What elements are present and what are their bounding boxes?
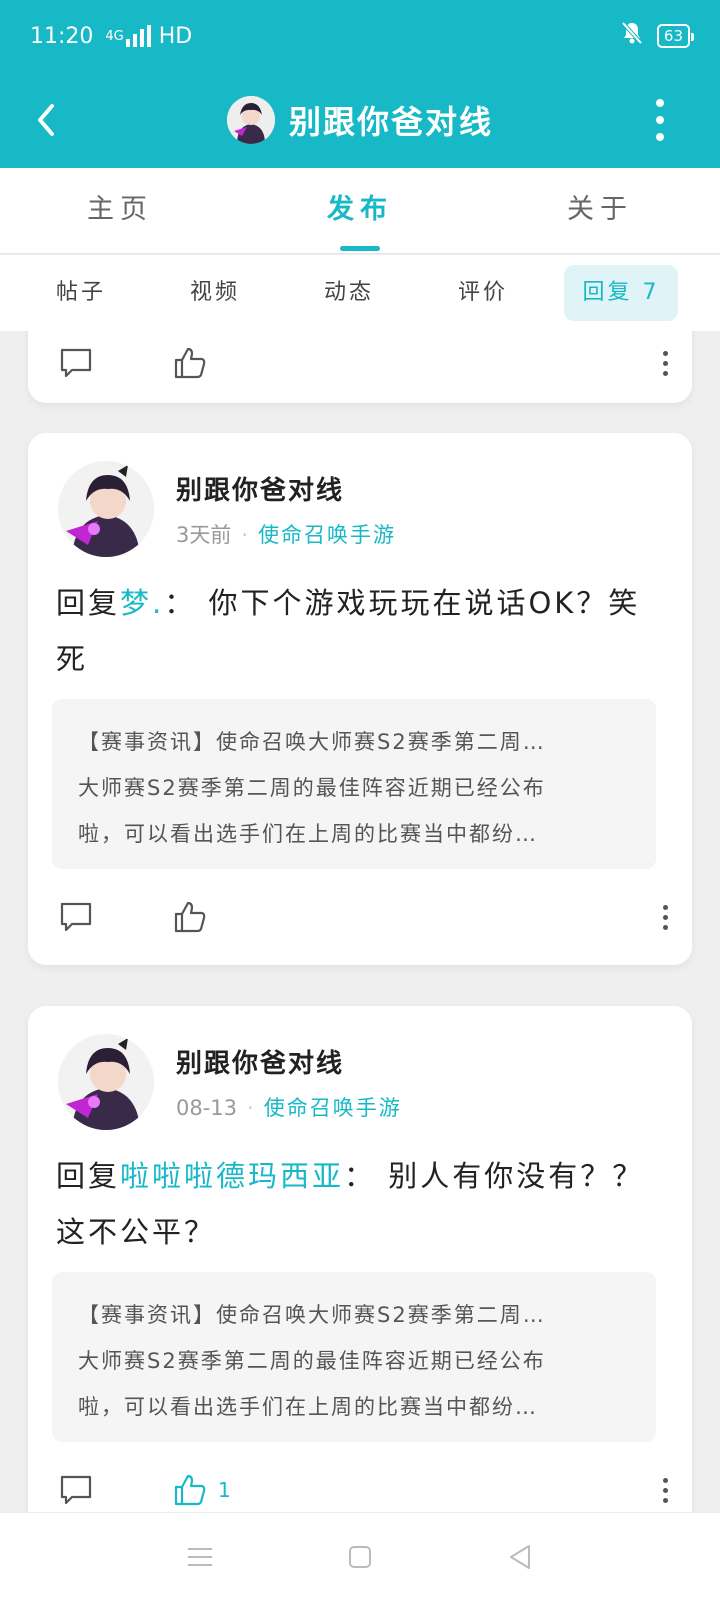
- reply-feed: 别跟你爸对线 3天前 · 使命召唤手游 回复梦.： 你下个游戏玩玩在说话OK？笑死 …: [0, 331, 720, 1512]
- like-icon: [172, 899, 208, 935]
- user-name[interactable]: 别跟你爸对线: [176, 470, 396, 507]
- card-actions: [58, 897, 670, 937]
- card-actions: [58, 343, 670, 383]
- main-tabs: 主页 发布 关于: [0, 168, 720, 254]
- tab-publish[interactable]: 发布: [240, 168, 480, 253]
- like-count: 1: [218, 1478, 231, 1502]
- kebab-icon[interactable]: [660, 1475, 670, 1505]
- system-nav-bar: [0, 1512, 720, 1600]
- like-button[interactable]: [172, 345, 208, 381]
- user-name[interactable]: 别跟你爸对线: [176, 1043, 402, 1080]
- status-bar: 11:20 4G HD 63: [0, 0, 720, 72]
- like-icon: [172, 1472, 208, 1508]
- mention-link[interactable]: 梦.: [120, 586, 164, 620]
- page-title: 别跟你爸对线: [288, 103, 493, 141]
- back-triangle-icon[interactable]: [500, 1537, 540, 1577]
- quote-line: 【赛事资讯】使命召唤大师赛S2赛季第二周…: [78, 1303, 546, 1327]
- comment-icon[interactable]: [58, 1472, 94, 1508]
- quote-line: 大师赛S2赛季第二周的最佳阵容近期已经公布: [78, 776, 546, 800]
- reply-prefix: 回复: [56, 1159, 121, 1193]
- signal-icon: [125, 25, 151, 47]
- comment-icon[interactable]: [58, 345, 94, 381]
- reply-card: 别跟你爸对线 08-13 · 使命召唤手游 回复啦啦啦德玛西亚： 别人有你没有？？这…: [28, 1006, 692, 1512]
- network-label: 4G: [105, 28, 124, 44]
- like-icon: [172, 345, 208, 381]
- hd-label: HD: [158, 23, 193, 49]
- app-header: 11:20 4G HD 63 别跟你爸对线: [0, 0, 720, 168]
- mute-icon: [621, 21, 643, 51]
- comment-icon[interactable]: [58, 899, 94, 935]
- like-button[interactable]: 1: [172, 1472, 231, 1508]
- quoted-post[interactable]: 【赛事资讯】使命召唤大师赛S2赛季第二周… 大师赛S2赛季第二周的最佳阵容近期已…: [52, 699, 656, 869]
- battery-icon: 63: [656, 24, 695, 48]
- reply-text: 回复啦啦啦德玛西亚： 别人有你没有？？这不公平？: [56, 1148, 666, 1260]
- user-row: 别跟你爸对线 08-13 · 使命召唤手游: [58, 1034, 402, 1130]
- mention-link[interactable]: 啦啦啦德玛西亚: [120, 1159, 344, 1193]
- post-time: 08-13: [176, 1095, 238, 1120]
- nav-bar: 别跟你爸对线: [0, 72, 720, 168]
- tab-home[interactable]: 主页: [0, 168, 240, 253]
- reply-card: 别跟你爸对线 3天前 · 使命召唤手游 回复梦.： 你下个游戏玩玩在说话OK？笑死 …: [28, 433, 692, 965]
- reply-text: 回复梦.： 你下个游戏玩玩在说话OK？笑死: [56, 575, 666, 687]
- like-button[interactable]: [172, 899, 218, 935]
- quote-line: 【赛事资讯】使命召唤大师赛S2赛季第二周…: [78, 730, 546, 754]
- avatar[interactable]: [58, 461, 154, 557]
- avatar: [226, 96, 275, 144]
- quote-line: 啦，可以看出选手们在上周的比赛当中都纷…: [78, 1395, 538, 1419]
- quote-line: 大师赛S2赛季第二周的最佳阵容近期已经公布: [78, 1349, 546, 1373]
- reply-card: [28, 331, 692, 403]
- subtab-videos[interactable]: 视频: [148, 265, 282, 321]
- subtab-reviews[interactable]: 评价: [416, 265, 550, 321]
- card-actions: 1: [58, 1470, 670, 1510]
- game-link[interactable]: 使命召唤手游: [258, 523, 396, 547]
- subtab-replies[interactable]: 回复 7: [564, 265, 678, 321]
- status-right: 63: [621, 21, 695, 51]
- subtab-moments[interactable]: 动态: [282, 265, 416, 321]
- subtab-posts[interactable]: 帖子: [14, 265, 148, 321]
- game-link[interactable]: 使命召唤手游: [264, 1096, 402, 1120]
- post-time: 3天前: [176, 522, 232, 547]
- quoted-post[interactable]: 【赛事资讯】使命召唤大师赛S2赛季第二周… 大师赛S2赛季第二周的最佳阵容近期已…: [52, 1272, 656, 1442]
- status-time: 11:20: [30, 23, 94, 49]
- menu-icon[interactable]: [180, 1537, 220, 1577]
- kebab-icon[interactable]: [660, 902, 670, 932]
- post-meta: 08-13 · 使命召唤手游: [176, 1095, 402, 1120]
- home-square-icon[interactable]: [340, 1537, 380, 1577]
- kebab-icon[interactable]: [660, 348, 670, 378]
- user-row: 别跟你爸对线 3天前 · 使命召唤手游: [58, 461, 396, 557]
- more-icon: [656, 99, 664, 107]
- avatar[interactable]: [58, 1034, 154, 1130]
- back-icon: [38, 104, 54, 136]
- reply-prefix: 回复: [56, 586, 121, 620]
- sub-tabs: 帖子 视频 动态 评价 回复 7: [0, 255, 720, 331]
- more-button[interactable]: [648, 94, 672, 146]
- tab-about[interactable]: 关于: [480, 168, 720, 253]
- quote-line: 啦，可以看出选手们在上周的比赛当中都纷…: [78, 822, 538, 846]
- back-button[interactable]: [28, 92, 68, 148]
- post-meta: 3天前 · 使命召唤手游: [176, 522, 397, 547]
- profile-title: 别跟你爸对线: [226, 96, 493, 144]
